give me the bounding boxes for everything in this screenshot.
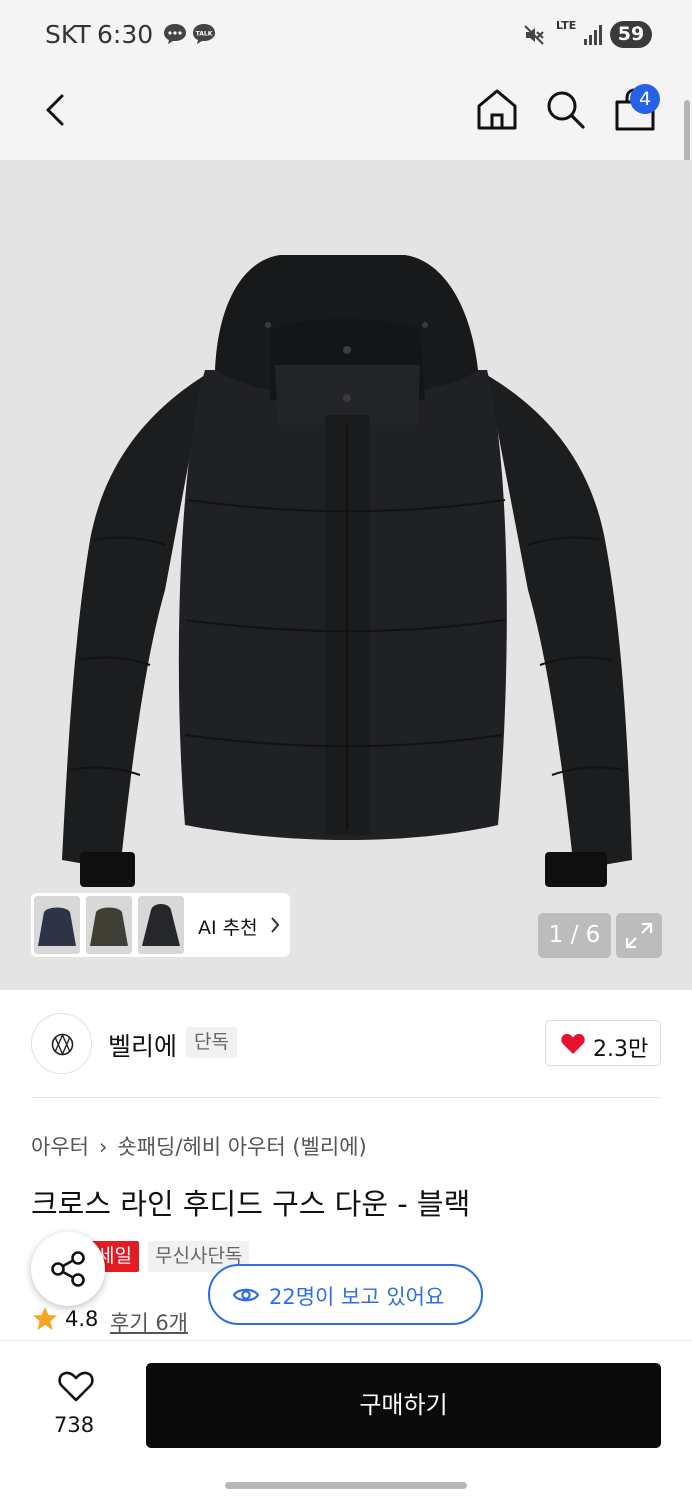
brand-emblem-icon	[51, 1033, 74, 1056]
status-bar: SKT 6:30 TALK LTE 59	[0, 0, 692, 70]
home-indicator[interactable]	[225, 1482, 467, 1489]
breadcrumb: 아우터 › 숏패딩/헤비 아우터 (벨리에)	[31, 1131, 367, 1161]
divider	[31, 1097, 661, 1098]
cart-count-badge: 4	[630, 84, 660, 114]
search-icon[interactable]	[543, 87, 587, 131]
star-icon	[33, 1307, 57, 1330]
mute-icon	[524, 25, 544, 45]
buy-button[interactable]: 구매하기	[146, 1363, 661, 1448]
home-icon[interactable]	[474, 86, 520, 132]
brand-like-button[interactable]: 2.3만	[545, 1020, 661, 1066]
review-count-link[interactable]: 후기 6개	[110, 1307, 188, 1337]
chevron-right-icon: ›	[98, 1135, 108, 1159]
live-viewers-pill: 22명이 보고 있어요	[208, 1264, 483, 1325]
jacket-image	[62, 255, 632, 887]
status-time: 6:30	[97, 20, 154, 49]
kakaotalk-icon: TALK	[193, 24, 215, 44]
eye-icon	[232, 1288, 260, 1302]
chevron-right-icon	[271, 917, 280, 933]
heart-outline-icon[interactable]	[57, 1369, 95, 1403]
breadcrumb-subcategory[interactable]: 숏패딩/헤비 아우터 (벨리에)	[117, 1135, 366, 1159]
rating-value: 4.8	[65, 1307, 99, 1331]
brand-like-count: 2.3만	[593, 1037, 649, 1062]
product-image[interactable]: AI 추천 1 / 6	[0, 160, 692, 990]
brand-name[interactable]: 벨리에	[108, 1027, 177, 1063]
carrier-label: SKT	[45, 20, 91, 49]
wishlist-count: 738	[54, 1413, 95, 1437]
exclusive-badge: 단독	[186, 1027, 237, 1058]
thumbnail-navy[interactable]	[34, 896, 80, 954]
product-title: 크로스 라인 후디드 구스 다운 - 블랙	[31, 1187, 471, 1221]
signal-icon	[584, 25, 602, 45]
battery-indicator: 59	[610, 21, 652, 48]
back-arrow-icon[interactable]	[36, 88, 76, 132]
ai-recommend-strip[interactable]: AI 추천	[31, 893, 290, 957]
breadcrumb-category[interactable]: 아우터	[31, 1135, 89, 1159]
brand-logo[interactable]	[31, 1013, 92, 1074]
heart-filled-icon	[561, 1033, 585, 1054]
live-viewers-text: 22명이 보고 있어요	[269, 1285, 445, 1309]
expand-icon[interactable]	[616, 913, 662, 958]
network-label: LTE	[556, 19, 577, 32]
image-page-counter: 1 / 6	[538, 913, 611, 958]
thumbnail-khaki[interactable]	[86, 896, 132, 954]
thumbnail-black[interactable]	[138, 896, 184, 954]
svg-text:TALK: TALK	[196, 31, 213, 38]
share-icon	[51, 1251, 85, 1287]
app-header	[0, 70, 692, 160]
ai-recommend-label: AI 추천	[198, 917, 258, 939]
chat-icon	[164, 24, 186, 44]
share-button[interactable]	[31, 1232, 105, 1306]
